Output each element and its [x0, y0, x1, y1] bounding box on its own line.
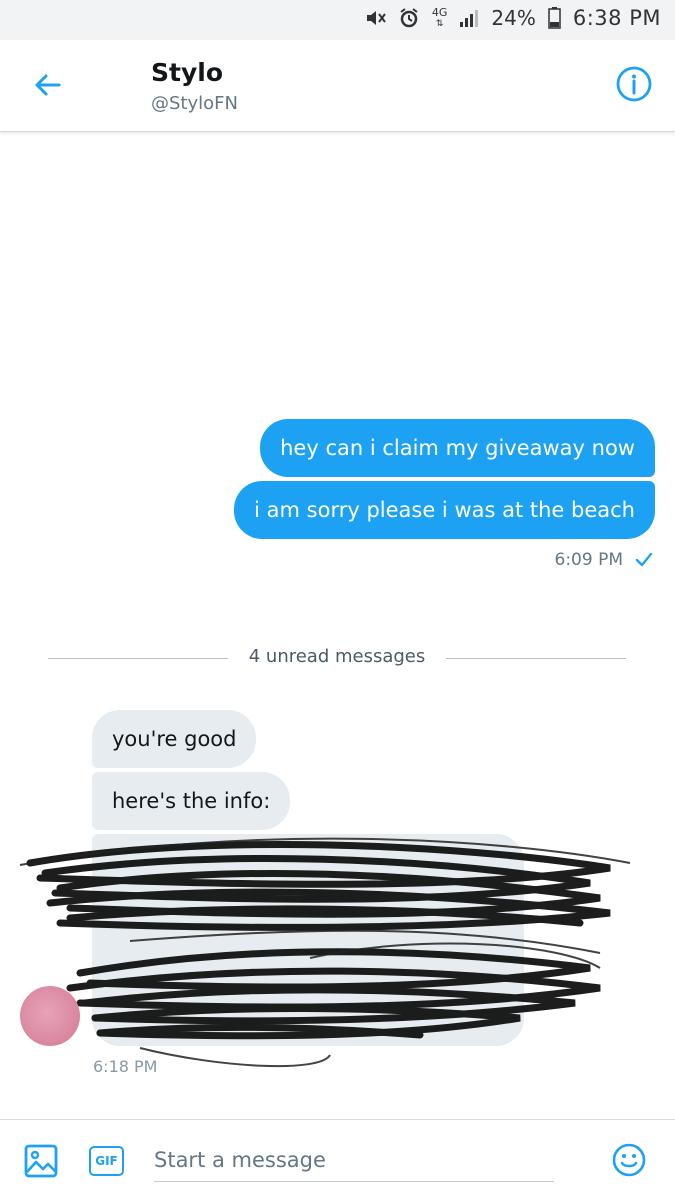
outgoing-message[interactable]: hey can i claim my giveaway now [260, 419, 655, 477]
conversation-header: Stylo @StyloFN [0, 40, 675, 132]
received-time: 6:18 PM [93, 1057, 158, 1076]
outgoing-message[interactable]: i am sorry please i was at the beach [234, 481, 655, 539]
info-icon [616, 66, 652, 102]
sent-meta: 6:09 PM [555, 550, 654, 570]
message-list[interactable]: hey can i claim my giveaway now i am sor… [0, 133, 675, 1118]
signal-icon [459, 8, 479, 28]
incoming-message[interactable]: here's the info: [92, 772, 291, 830]
check-icon [635, 552, 653, 567]
emoji-icon [612, 1143, 646, 1177]
image-icon [24, 1144, 58, 1178]
battery-percent: 24% [491, 6, 536, 30]
unread-label: 4 unread messages [248, 646, 426, 667]
alarm-icon [398, 7, 420, 29]
message-composer: GIF [0, 1119, 675, 1200]
back-button[interactable] [30, 68, 64, 102]
status-time: 6:38 PM [572, 6, 661, 30]
emoji-button[interactable] [611, 1142, 647, 1178]
network-4g-icon: 4G ⇅ [431, 5, 448, 29]
contact-handle[interactable]: @StyloFN [151, 93, 238, 114]
incoming-message[interactable]: you're good [92, 710, 257, 768]
mute-icon [364, 7, 386, 29]
contact-name[interactable]: Stylo [151, 58, 223, 87]
status-icons: 4G ⇅ 24% 6:38 PM [364, 6, 661, 30]
battery-icon [548, 7, 561, 29]
status-bar: 4G ⇅ 24% 6:38 PM [0, 0, 675, 40]
message-input[interactable] [154, 1138, 554, 1182]
redaction-scribble [19, 837, 631, 1068]
add-photo-button[interactable] [24, 1144, 58, 1178]
sent-time: 6:09 PM [554, 550, 624, 570]
arrow-left-icon [35, 74, 61, 96]
info-button[interactable] [615, 65, 653, 103]
gif-button[interactable]: GIF [89, 1146, 124, 1176]
contact-avatar[interactable] [20, 986, 80, 1046]
network-label: 4G [431, 5, 448, 19]
unread-divider: 4 unread messages [48, 646, 626, 670]
divider-line [446, 658, 626, 659]
